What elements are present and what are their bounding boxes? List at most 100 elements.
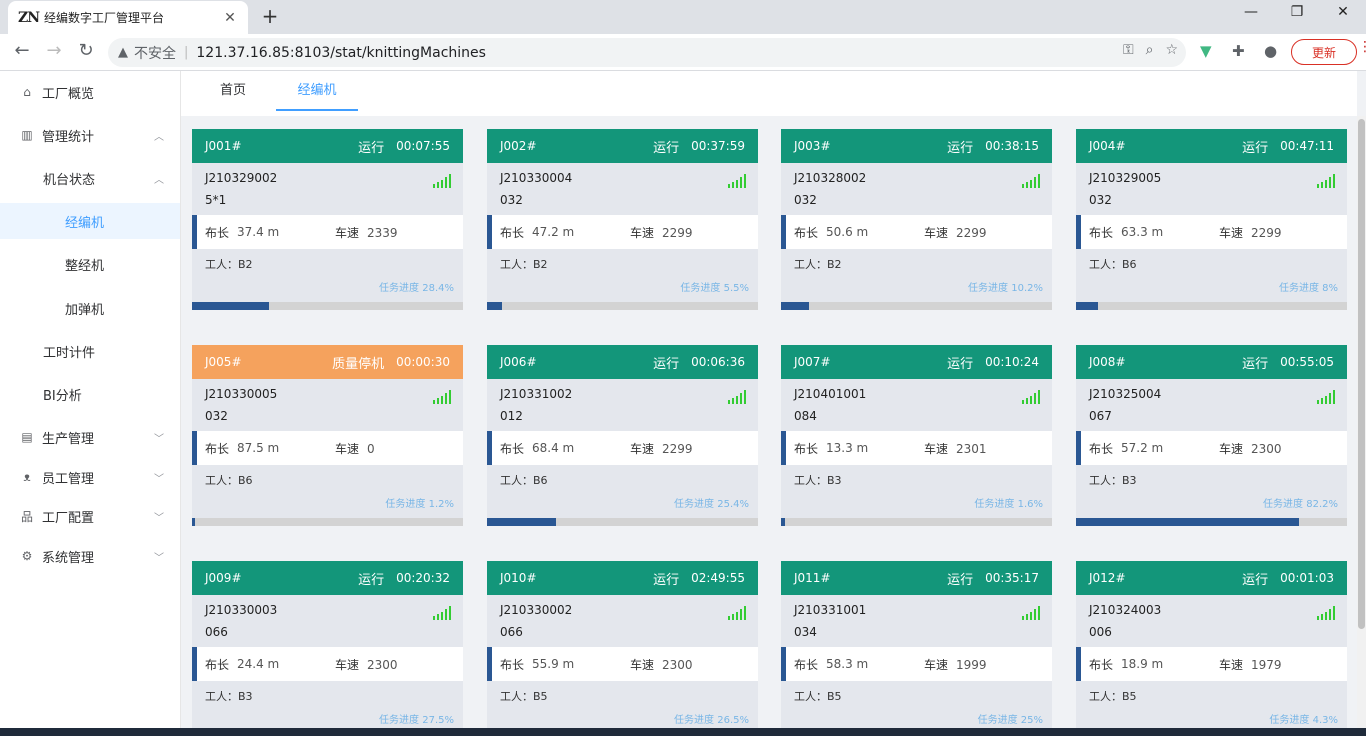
vue-devtools-icon[interactable]: ▼ <box>1200 42 1212 60</box>
progress-bar <box>781 518 1052 526</box>
machine-card[interactable]: J005# 质量停机 00:00:30 J210330005 032 布长 87… <box>192 345 463 526</box>
speed-value: 2299 <box>662 441 693 456</box>
metrics-row: 布长 24.4 m 车速 2300 <box>192 647 463 681</box>
machine-card[interactable]: J003# 运行 00:38:15 J210328002 032 布长 50.6… <box>781 129 1052 310</box>
speed-label: 车速 <box>630 225 655 240</box>
kebab-icon[interactable]: ⋮ <box>1358 39 1366 55</box>
run-time: 00:55:05 <box>1280 355 1334 369</box>
machine-card[interactable]: J012# 运行 00:01:03 J210324003 006 布长 18.9… <box>1076 561 1347 736</box>
machine-card[interactable]: J007# 运行 00:10:24 J210401001 084 布长 13.3… <box>781 345 1052 526</box>
product-code: 066 <box>205 625 228 639</box>
worker-row: 工人： B2 <box>487 249 758 279</box>
progress-bar <box>487 518 758 526</box>
sidebar-item-piecework[interactable]: 工时计件 <box>0 333 180 369</box>
sidebar-item-factory-config[interactable]: 品 工厂配置 ﹀ <box>0 498 180 534</box>
machine-id: J011# <box>794 571 831 585</box>
machine-card[interactable]: J011# 运行 00:35:17 J210331001 034 布长 58.3… <box>781 561 1052 736</box>
url-text[interactable]: 121.37.16.85:8103/stat/knittingMachines <box>196 45 486 61</box>
address-bar[interactable]: ▲ 不安全 | 121.37.16.85:8103/stat/knittingM… <box>108 38 1186 67</box>
machine-id: J012# <box>1089 571 1126 585</box>
sidebar-item-system[interactable]: ⚙ 系统管理 ﹀ <box>0 538 180 574</box>
update-label: 更新 <box>1311 45 1336 60</box>
progress-text: 任务进度 26.5% <box>674 715 749 726</box>
sidebar-item-texturing[interactable]: 加弹机 <box>0 290 180 326</box>
zoom-icon[interactable]: ⌕ <box>1146 42 1154 58</box>
worker-value: B6 <box>1122 257 1137 271</box>
worker-label: 工人： <box>205 690 238 703</box>
browser-tab[interactable]: ZN 经编数字工厂管理平台 ✕ <box>8 1 248 34</box>
speed-group: 车速 2300 <box>1219 440 1282 457</box>
worker-label: 工人： <box>794 258 827 271</box>
sidebar-item-warping[interactable]: 整经机 <box>0 246 180 282</box>
sidebar-item-warp-knitting[interactable]: 经编机 <box>0 203 180 239</box>
machine-card[interactable]: J002# 运行 00:37:59 J210330004 032 布长 47.2… <box>487 129 758 310</box>
speed-label: 车速 <box>924 441 949 456</box>
profile-icon[interactable]: ● <box>1264 42 1277 60</box>
sidebar-item-label: 加弹机 <box>65 302 105 318</box>
machine-card[interactable]: J009# 运行 00:20:32 J210330003 066 布长 24.4… <box>192 561 463 736</box>
sidebar-item-label: 系统管理 <box>42 550 95 566</box>
order-row: J210328002 <box>781 163 1052 188</box>
star-icon[interactable]: ☆ <box>1165 42 1178 58</box>
speed-label: 车速 <box>1219 657 1244 672</box>
tab-close-icon[interactable]: ✕ <box>222 10 238 26</box>
insecure-label[interactable]: 不安全 <box>134 43 176 63</box>
forward-icon[interactable]: → <box>42 40 66 61</box>
machine-card[interactable]: J006# 运行 00:06:36 J210331002 012 布长 68.4… <box>487 345 758 526</box>
scrollbar-thumb[interactable] <box>1358 119 1365 629</box>
update-button[interactable]: 更新 <box>1291 39 1357 65</box>
sidebar-item-management-stats[interactable]: ▥ 管理统计 ︿ <box>0 117 180 153</box>
machine-card[interactable]: J008# 运行 00:55:05 J210325004 067 布长 57.2… <box>1076 345 1347 526</box>
speed-value: 0 <box>367 441 375 456</box>
sidebar-item-label: 工时计件 <box>43 345 96 361</box>
sidebar-item-production[interactable]: ▤ 生产管理 ﹀ <box>0 419 180 455</box>
signal-icon <box>433 606 451 620</box>
sidebar-item-bi-analysis[interactable]: BI分析 <box>0 376 180 412</box>
worker-row: 工人： B6 <box>487 465 758 495</box>
progress-bar <box>1076 302 1347 310</box>
run-time: 00:38:15 <box>985 139 1039 153</box>
machine-status: 运行 <box>1242 356 1269 372</box>
sidebar-item-staff[interactable]: ᴥ 员工管理 ﹀ <box>0 459 180 495</box>
machine-id: J001# <box>205 139 242 153</box>
progress-text: 任务进度 10.2% <box>968 283 1043 294</box>
length-label: 布长 <box>794 441 819 456</box>
back-icon[interactable]: ← <box>10 40 34 61</box>
speed-label: 车速 <box>924 225 949 240</box>
tab-home[interactable]: 首页 <box>203 71 263 111</box>
product-code: 032 <box>794 193 817 207</box>
machine-status: 运行 <box>1242 140 1269 156</box>
worker-value: B5 <box>827 689 842 703</box>
window-close-icon[interactable]: ✕ <box>1320 4 1366 20</box>
machine-id: J010# <box>500 571 537 585</box>
worker-label: 工人： <box>500 474 533 487</box>
sidebar-item-factory-overview[interactable]: ⌂ 工厂概览 <box>0 74 180 110</box>
new-tab-button[interactable]: + <box>258 4 282 28</box>
key-icon[interactable]: ⚿ <box>1123 42 1134 58</box>
signal-icon <box>433 390 451 404</box>
machine-card[interactable]: J001# 运行 00:07:55 J210329002 5*1 布长 37.4… <box>192 129 463 310</box>
order-number: J210330005 <box>205 387 278 401</box>
puzzle-icon[interactable]: ✚ <box>1232 42 1245 60</box>
signal-icon <box>1317 606 1335 620</box>
worker-value: B2 <box>827 257 842 271</box>
worker-row: 工人： B6 <box>1076 249 1347 279</box>
worker-value: B6 <box>238 473 253 487</box>
run-time: 00:35:17 <box>985 571 1039 585</box>
warning-icon[interactable]: ▲ <box>118 45 128 60</box>
order-number: J210328002 <box>794 171 867 185</box>
run-time: 00:10:24 <box>985 355 1039 369</box>
machine-status: 运行 <box>1242 572 1269 588</box>
length-label: 布长 <box>1089 225 1114 240</box>
speed-label: 车速 <box>630 657 655 672</box>
page-tabs: 首页 经编机 <box>181 71 1357 116</box>
tab-warp-knitting[interactable]: 经编机 <box>276 71 358 111</box>
order-row: J210329002 <box>192 163 463 188</box>
machine-card[interactable]: J004# 运行 00:47:11 J210329005 032 布长 63.3… <box>1076 129 1347 310</box>
restore-icon[interactable]: ❐ <box>1274 4 1320 20</box>
reload-icon[interactable]: ↻ <box>74 40 98 61</box>
machine-card[interactable]: J010# 运行 02:49:55 J210330002 066 布长 55.9… <box>487 561 758 736</box>
minimize-icon[interactable]: — <box>1228 4 1274 20</box>
card-header: J004# 运行 00:47:11 <box>1076 129 1347 163</box>
sidebar-item-machine-status[interactable]: 机台状态 ︿ <box>0 160 180 196</box>
